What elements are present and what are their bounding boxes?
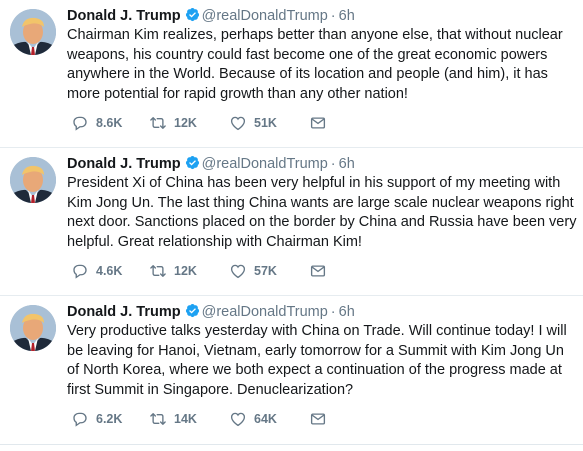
envelope-icon [310,413,326,425]
retweet-icon [150,117,166,129]
envelope-icon [310,265,326,277]
verified-badge-icon [185,155,199,170]
separator-dot: · [330,156,336,172]
separator-dot: · [330,304,336,320]
tweet-actions: 4.6K 12K 57K [71,262,334,280]
retweet-icon [150,265,166,277]
reply-count: 4.6K [96,264,123,278]
retweet-count: 12K [174,116,197,130]
avatar[interactable] [10,157,56,203]
timestamp[interactable]: 6h [339,304,355,320]
tweet-actions: 6.2K 14K 64K [71,410,334,428]
heart-icon [230,116,246,131]
like-count: 51K [254,116,277,130]
reply-button[interactable]: 4.6K [71,262,149,280]
direct-message-button[interactable] [309,262,334,280]
tweet-actions: 8.6K 12K 51K [71,114,334,132]
reply-icon [73,116,87,131]
reply-button[interactable]: 6.2K [71,410,149,428]
retweet-button[interactable]: 12K [149,114,229,132]
author-name[interactable]: Donald J. Trump [67,156,181,172]
direct-message-button[interactable] [309,114,334,132]
reply-count: 8.6K [96,116,123,130]
reply-icon [73,412,87,427]
heart-icon [230,264,246,279]
direct-message-button[interactable] [309,410,334,428]
timestamp[interactable]: 6h [339,156,355,172]
reply-icon [73,264,87,279]
timestamp[interactable]: 6h [339,8,355,24]
tweet[interactable]: Donald J. Trump @realDonaldTrump · 6h Presi… [0,148,583,296]
author-handle[interactable]: @realDonaldTrump [202,304,328,320]
reply-button[interactable]: 8.6K [71,114,149,132]
avatar[interactable] [10,9,56,55]
author-name[interactable]: Donald J. Trump [67,304,181,320]
author-name[interactable]: Donald J. Trump [67,8,181,24]
tweet[interactable]: Donald J. Trump @realDonaldTrump · 6h Chair… [0,0,583,148]
tweet-header: Donald J. Trump @realDonaldTrump · 6h [67,154,355,174]
timeline: Donald J. Trump @realDonaldTrump · 6h Chair… [0,0,583,445]
retweet-button[interactable]: 14K [149,410,229,428]
retweet-button[interactable]: 12K [149,262,229,280]
verified-badge-icon [185,7,199,22]
author-handle[interactable]: @realDonaldTrump [202,156,328,172]
reply-count: 6.2K [96,412,123,426]
like-count: 64K [254,412,277,426]
separator-dot: · [330,8,336,24]
tweet[interactable]: Donald J. Trump @realDonaldTrump · 6h Very … [0,296,583,445]
envelope-icon [310,117,326,129]
heart-icon [230,412,246,427]
like-count: 57K [254,264,277,278]
tweet-text: President Xi of China has been very help… [67,175,577,250]
retweet-count: 12K [174,264,197,278]
verified-badge-icon [185,303,199,318]
like-button[interactable]: 64K [229,410,309,428]
tweet-header: Donald J. Trump @realDonaldTrump · 6h [67,302,355,322]
tweet-header: Donald J. Trump @realDonaldTrump · 6h [67,6,355,26]
retweet-icon [150,413,166,425]
avatar[interactable] [10,305,56,351]
tweet-text: Very productive talks yesterday with Chi… [67,323,567,398]
retweet-count: 14K [174,412,197,426]
author-handle[interactable]: @realDonaldTrump [202,8,328,24]
like-button[interactable]: 51K [229,114,309,132]
tweet-text: Chairman Kim realizes, perhaps better th… [67,27,563,102]
like-button[interactable]: 57K [229,262,309,280]
